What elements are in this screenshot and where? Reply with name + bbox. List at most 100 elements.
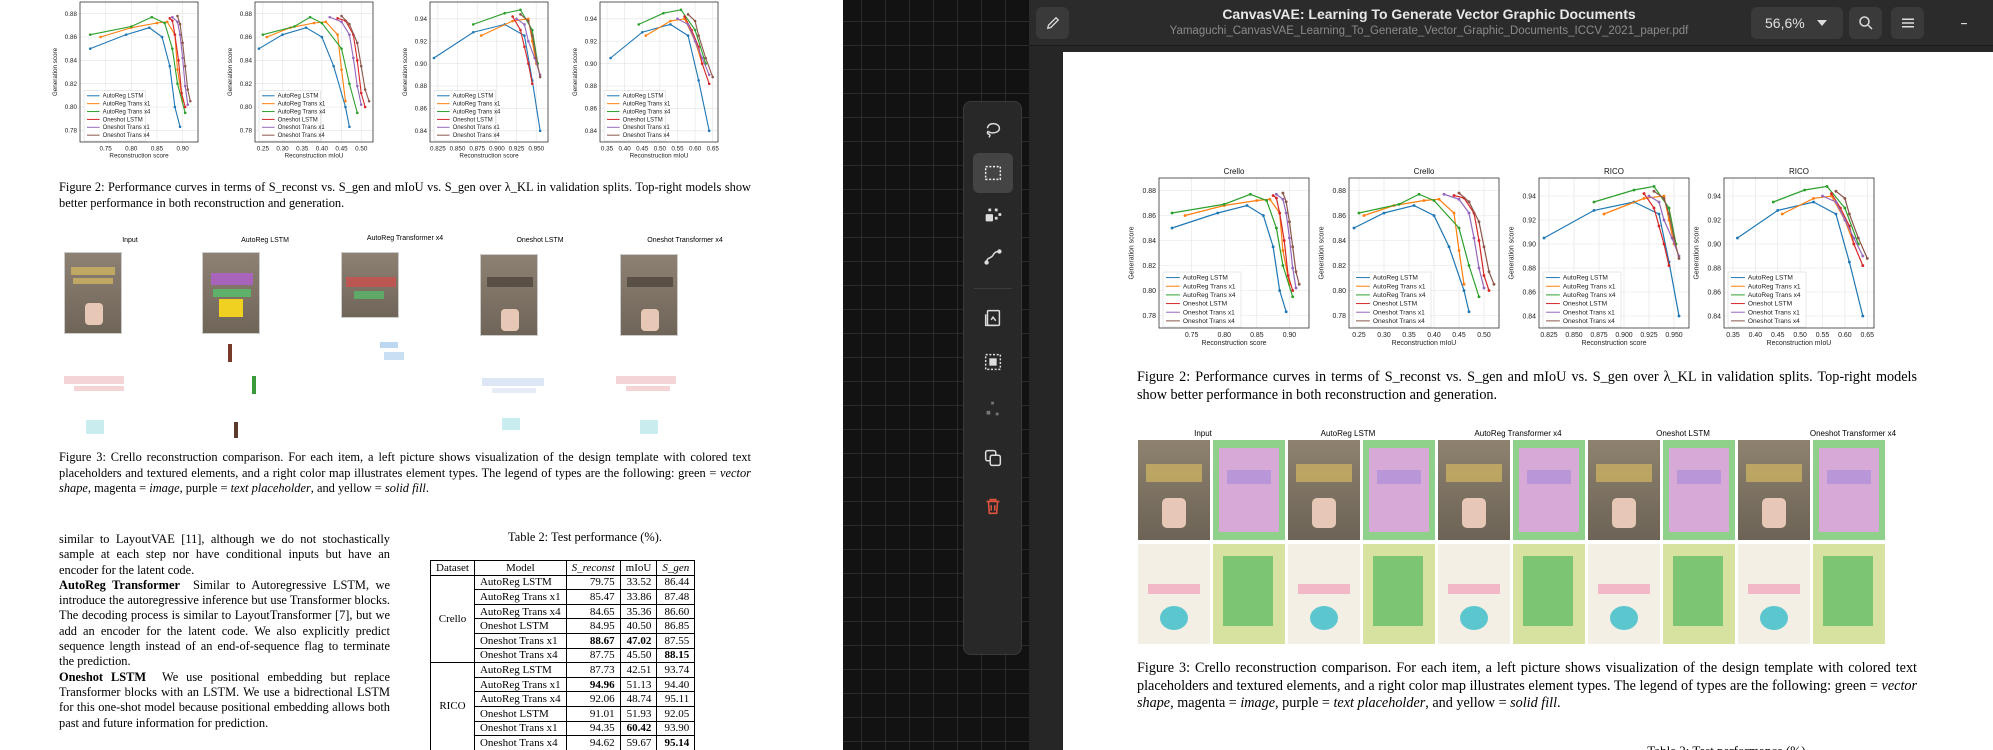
legend-entry: Oneshot Trans x4	[1748, 318, 1800, 325]
magic-select-icon[interactable]	[973, 195, 1013, 235]
body-paragraphs-left: similar to LayoutVAE [11], although we d…	[59, 532, 390, 731]
data-point	[180, 91, 183, 95]
data-point	[183, 111, 187, 115]
pencil-icon[interactable]	[1036, 7, 1069, 39]
model-cell: AutoReg Trans x4	[473, 691, 567, 707]
scatter-dots-icon[interactable]	[973, 389, 1013, 429]
fig3-fragment	[502, 418, 520, 430]
x-tick-label: 0.90	[1283, 332, 1297, 339]
data-point	[1286, 274, 1290, 277]
data-point	[1467, 264, 1471, 267]
chart-panel-left: 0.84 0.86 0.88 0.90 0.92 0.94 0.35 0.40 0.45 0.50…	[570, 0, 740, 165]
value-cell: 94.62	[565, 735, 621, 750]
legend-entry: AutoReg Trans x4	[103, 109, 151, 115]
select-all-icon[interactable]	[973, 342, 1013, 382]
data-point	[1477, 295, 1481, 299]
data-point	[359, 103, 363, 106]
data-point	[527, 39, 530, 43]
data-point	[1291, 245, 1295, 249]
data-point	[293, 25, 296, 28]
insert-image-icon[interactable]	[973, 298, 1013, 338]
x-tick-label: 0.40	[316, 145, 329, 152]
fig3-fragment	[482, 378, 544, 386]
data-point	[711, 75, 715, 79]
data-point	[355, 84, 359, 88]
fig3-type-colormap	[1213, 544, 1285, 644]
zoom-dropdown[interactable]: 56,6%	[1751, 7, 1843, 39]
value-cell: 94.35	[565, 720, 621, 737]
minimize-icon[interactable]	[1949, 7, 1979, 39]
table-2-left: Dataset Model S_reconst mIoU S_gen Crello Auto…	[430, 560, 696, 750]
x-tick-label: 0.55	[671, 145, 684, 152]
fig3-type-colormap	[1363, 440, 1435, 540]
data-point	[183, 64, 187, 68]
value-cell: 45.50	[619, 647, 658, 664]
data-point	[432, 56, 436, 60]
figure-3-caption-left: Figure 3: Crello reconstruction comparis…	[59, 450, 751, 495]
legend-entry: AutoReg LSTM	[103, 94, 144, 100]
x-tick-label: 0.40	[1427, 332, 1441, 339]
data-point	[1642, 196, 1646, 200]
data-point	[1847, 212, 1851, 216]
table-header-cell: S_gen	[656, 560, 696, 576]
model-cell: Oneshot Trans x4	[473, 735, 567, 750]
chart-4: 0.84 0.86 0.88 0.90 0.92 0.94 0.35 0.40 0.45 0.50…	[572, 1, 719, 160]
fig3-hands	[1162, 498, 1186, 528]
x-axis-label: Reconstruction score	[1201, 340, 1266, 347]
data-point	[1255, 199, 1259, 202]
data-point	[336, 33, 339, 36]
duplicate-icon[interactable]	[973, 438, 1013, 478]
data-point	[669, 19, 672, 23]
chart-title: Crello	[1224, 167, 1245, 176]
series-line	[100, 21, 184, 102]
value-cell: 87.55	[656, 632, 696, 649]
figure-2-charts-right: 0.78 0.80 0.82 0.84 0.86 0.88 0.75 0.80 0.85 0.90…	[1123, 162, 1943, 362]
data-point	[1477, 220, 1481, 224]
y-tick-label: 0.84	[1708, 313, 1722, 320]
hamburger-menu-icon[interactable]	[1891, 7, 1924, 39]
chart-3: 0.84 0.86 0.88 0.90 0.92 0.94 0.825 0.850 0.875 0…	[1508, 167, 1690, 347]
curve-select-icon[interactable]	[973, 237, 1013, 277]
trash-icon[interactable]	[973, 486, 1013, 526]
fig3-vector-region	[1223, 556, 1273, 626]
data-point	[523, 23, 526, 26]
table-2-title-right: Table 2: Test performance (%).	[1608, 742, 1848, 750]
data-point	[1288, 236, 1291, 240]
data-point	[171, 47, 174, 50]
value-cell: 47.02	[619, 632, 658, 649]
data-point	[1542, 236, 1546, 240]
data-point	[1736, 236, 1739, 240]
data-point	[308, 15, 312, 19]
x-tick-label: 0.50	[355, 145, 368, 152]
data-point	[324, 20, 328, 24]
model-cell: Oneshot LSTM	[473, 705, 567, 722]
data-point	[1482, 274, 1486, 277]
paragraph-oneshot-lstm: Oneshot LSTM We use positional embedding…	[59, 669, 390, 730]
data-point	[171, 15, 174, 19]
data-point	[1281, 249, 1285, 252]
data-point	[471, 23, 475, 26]
rectangle-select-icon[interactable]	[973, 153, 1013, 193]
fig3-text-placeholder	[1448, 584, 1500, 594]
data-point	[176, 20, 179, 24]
data-point	[1647, 194, 1651, 198]
left-document-pane[interactable]: 0.78 0.80 0.82 0.84 0.86 0.88 0.75 0.80 0.85 0.90…	[0, 0, 843, 750]
fig3-header-oneshot-transformer-right: Oneshot Transformer x4	[1809, 429, 1897, 438]
y-tick-label: 0.84	[240, 58, 253, 65]
data-point	[1467, 310, 1471, 314]
data-point	[348, 125, 351, 129]
x-tick-label: 0.90	[176, 145, 189, 152]
legend-entry: Oneshot LSTM	[278, 117, 318, 123]
data-point	[328, 15, 332, 19]
pdf-page[interactable]: 0.78 0.80 0.82 0.84 0.86 0.88 0.75 0.80 0.85 0.90…	[1063, 52, 1993, 750]
figure-2-charts-left: 0.78 0.80 0.82 0.84 0.86 0.88 0.75 0.80 0.85 0.90…	[50, 0, 770, 165]
fig3-image-region	[1819, 448, 1879, 532]
fig3-hands	[1762, 498, 1786, 528]
search-icon[interactable]	[1849, 7, 1882, 39]
value-cell: 86.85	[656, 618, 696, 634]
lasso-select-icon[interactable]	[973, 111, 1013, 151]
data-point	[1284, 211, 1288, 215]
data-point	[640, 30, 644, 34]
y-tick-label: 0.92	[1708, 217, 1722, 224]
data-point	[1667, 212, 1671, 216]
